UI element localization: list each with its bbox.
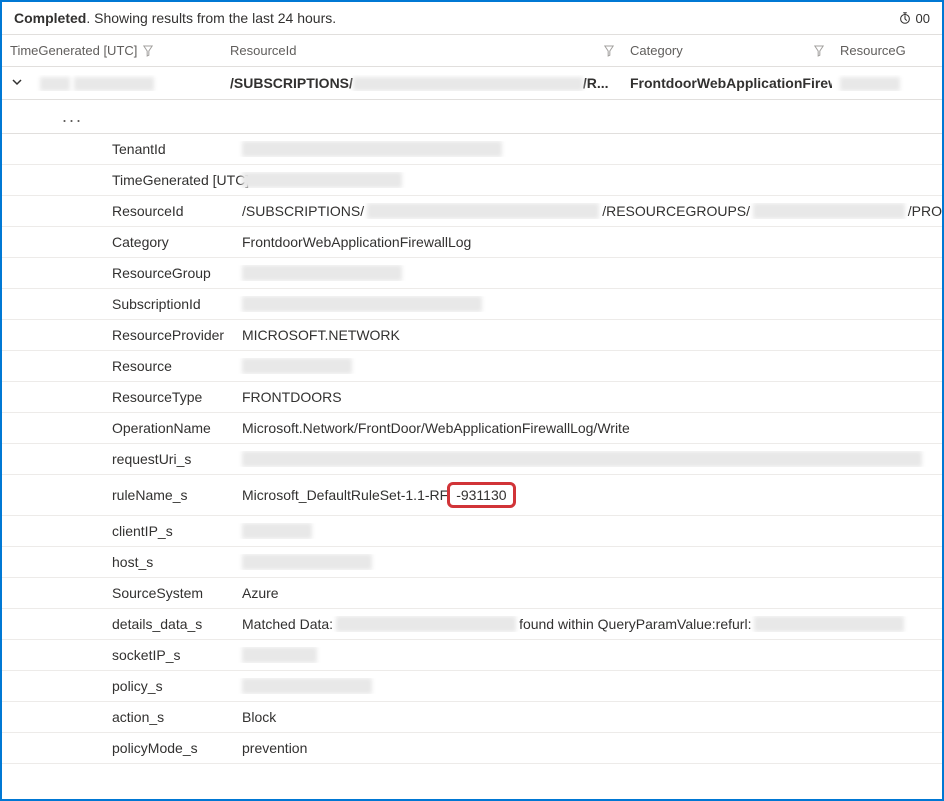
detail-row-timegenerated: TimeGenerated [UTC] — [2, 165, 942, 196]
detail-row-operationname: OperationName Microsoft.Network/FrontDoo… — [2, 413, 942, 444]
detail-value — [237, 451, 942, 467]
detail-row-clientip: clientIP_s — [2, 516, 942, 547]
cell-category: FrontdoorWebApplicationFirewal... — [622, 75, 832, 91]
filter-icon[interactable] — [143, 45, 153, 57]
detail-key: Resource — [2, 358, 237, 374]
detail-key: ruleName_s — [2, 487, 237, 503]
cell-timegenerated — [32, 75, 222, 91]
detail-row-resourcetype: ResourceType FRONTDOORS — [2, 382, 942, 413]
cell-resourceid: /SUBSCRIPTIONS/ /R... — [222, 75, 622, 91]
detail-value: Microsoft.Network/FrontDoor/WebApplicati… — [237, 420, 942, 436]
detail-value — [237, 141, 942, 157]
detail-value — [237, 554, 942, 570]
value-text: /RESOURCEGROUPS/ — [602, 203, 750, 219]
detail-row-subscriptionid: SubscriptionId — [2, 289, 942, 320]
detail-row-host: host_s — [2, 547, 942, 578]
detail-key: host_s — [2, 554, 237, 570]
detail-row-detailsdata: details_data_s Matched Data: found withi… — [2, 609, 942, 640]
detail-row-requesturi: requestUri_s — [2, 444, 942, 475]
status-bar: Completed. Showing results from the last… — [2, 2, 942, 35]
column-header-category[interactable]: Category — [622, 43, 832, 58]
header-label: TimeGenerated [UTC] — [10, 43, 137, 58]
detail-row-resourceprovider: ResourceProvider MICROSOFT.NETWORK — [2, 320, 942, 351]
detail-value — [237, 358, 942, 374]
detail-row-category: Category FrontdoorWebApplicationFirewall… — [2, 227, 942, 258]
detail-panel: TenantId TimeGenerated [UTC] ResourceId … — [2, 134, 942, 764]
rulename-highlighted: -931130 — [447, 482, 515, 508]
value-text: Matched Data: — [242, 616, 333, 632]
detail-value: Block — [237, 709, 942, 725]
detail-value: Matched Data: found within QueryParamVal… — [237, 616, 942, 632]
detail-row-action: action_s Block — [2, 702, 942, 733]
detail-key: TenantId — [2, 141, 237, 157]
detail-row-sourcesystem: SourceSystem Azure — [2, 578, 942, 609]
detail-key: clientIP_s — [2, 523, 237, 539]
column-header-resourceid[interactable]: ResourceId — [222, 43, 622, 58]
value-text: /SUBSCRIPTIONS/ — [242, 203, 364, 219]
detail-key: details_data_s — [2, 616, 237, 632]
filter-icon[interactable] — [814, 45, 824, 57]
detail-key: ResourceGroup — [2, 265, 237, 281]
detail-value: MICROSOFT.NETWORK — [237, 327, 942, 343]
detail-key: TimeGenerated [UTC] — [2, 172, 237, 188]
detail-row-tenantid: TenantId — [2, 134, 942, 165]
detail-key: socketIP_s — [2, 647, 237, 663]
detail-row-rulename: ruleName_s Microsoft_DefaultRuleSet-1.1-… — [2, 475, 942, 516]
detail-key: ResourceType — [2, 389, 237, 405]
status-subtext: . Showing results from the last 24 hours… — [86, 10, 336, 26]
detail-row-policymode: policyMode_s prevention — [2, 733, 942, 764]
resourceid-suffix: /R... — [583, 75, 609, 91]
resourceid-prefix: /SUBSCRIPTIONS/ — [230, 75, 353, 91]
detail-key: SourceSystem — [2, 585, 237, 601]
status-timer: 00 — [898, 11, 930, 26]
value-text: found within QueryParamValue:refurl: — [519, 616, 751, 632]
detail-row-socketip: socketIP_s — [2, 640, 942, 671]
detail-value — [237, 523, 942, 539]
detail-row-policy: policy_s — [2, 671, 942, 702]
detail-key: ResourceProvider — [2, 327, 237, 343]
status-text: Completed. Showing results from the last… — [14, 10, 336, 26]
detail-key: requestUri_s — [2, 451, 237, 467]
detail-key: Category — [2, 234, 237, 250]
detail-key: ResourceId — [2, 203, 237, 219]
detail-value — [237, 678, 942, 694]
filter-icon[interactable] — [604, 45, 614, 57]
status-completed: Completed — [14, 10, 86, 26]
expand-toggle[interactable] — [2, 75, 32, 91]
detail-row-resource: Resource — [2, 351, 942, 382]
stopwatch-icon — [898, 11, 912, 25]
detail-value — [237, 647, 942, 663]
cell-resourcegroup — [832, 75, 942, 91]
header-label: ResourceId — [230, 43, 296, 58]
chevron-down-icon — [11, 76, 23, 88]
header-label: ResourceG — [840, 43, 906, 58]
detail-value: prevention — [237, 740, 942, 756]
detail-value — [237, 296, 942, 312]
detail-key: policy_s — [2, 678, 237, 694]
timer-value: 00 — [916, 11, 930, 26]
header-label: Category — [630, 43, 683, 58]
rulename-prefix: Microsoft_DefaultRuleSet-1.1-RF — [242, 487, 448, 503]
detail-key: OperationName — [2, 420, 237, 436]
detail-value: FrontdoorWebApplicationFirewallLog — [237, 234, 942, 250]
detail-value — [237, 265, 942, 281]
value-text: /PRO — [908, 203, 942, 219]
column-header-timegenerated[interactable]: TimeGenerated [UTC] — [2, 43, 222, 58]
category-text: FrontdoorWebApplicationFirewal... — [630, 75, 832, 91]
detail-row-resourceid: ResourceId /SUBSCRIPTIONS/ /RESOURCEGROUP… — [2, 196, 942, 227]
result-row[interactable]: /SUBSCRIPTIONS/ /R... FrontdoorWebApplica… — [2, 67, 942, 100]
detail-value: /SUBSCRIPTIONS/ /RESOURCEGROUPS/ /PRO — [237, 203, 942, 219]
column-header-row: TimeGenerated [UTC] ResourceId Category … — [2, 35, 942, 67]
detail-value: FRONTDOORS — [237, 389, 942, 405]
detail-key: action_s — [2, 709, 237, 725]
column-header-resourcegroup[interactable]: ResourceG — [832, 43, 942, 58]
detail-key: SubscriptionId — [2, 296, 237, 312]
detail-value: Azure — [237, 585, 942, 601]
detail-row-resourcegroup: ResourceGroup — [2, 258, 942, 289]
ellipsis-row[interactable]: ... — [2, 100, 942, 134]
detail-key: policyMode_s — [2, 740, 237, 756]
detail-value: Microsoft_DefaultRuleSet-1.1-RF-931130 — [237, 482, 942, 508]
detail-value — [237, 172, 942, 188]
ellipsis-text: ... — [62, 106, 83, 126]
